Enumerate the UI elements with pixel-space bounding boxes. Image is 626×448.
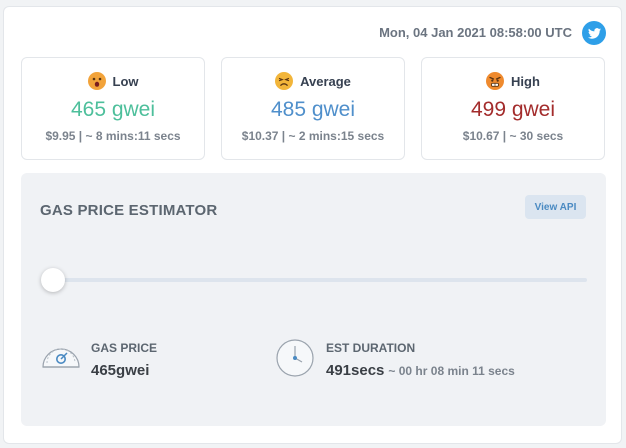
tier-cost-time: $9.95 | ~ 8 mins:11 secs xyxy=(45,129,181,143)
gas-price-slider-track[interactable] xyxy=(44,278,587,282)
estimator-title: GAS PRICE ESTIMATOR xyxy=(40,202,218,219)
persevering-face-icon xyxy=(275,72,294,90)
tier-label: Low xyxy=(112,73,139,89)
surprised-face-icon xyxy=(87,72,106,90)
gas-price-estimator: GAS PRICE ESTIMATOR View API GAS PRICE 4… xyxy=(21,173,606,426)
gas-price-slider-handle[interactable] xyxy=(41,268,65,292)
gas-price-value: 465gwei xyxy=(91,362,150,379)
view-api-button[interactable]: View API xyxy=(525,195,586,219)
angry-face-icon xyxy=(486,72,505,90)
est-duration-value: 491secs xyxy=(326,362,385,379)
timestamp: Mon, 04 Jan 2021 08:58:00 UTC xyxy=(379,25,572,40)
twitter-share-button[interactable] xyxy=(582,21,606,45)
tier-label: High xyxy=(511,73,540,89)
tier-cost-time: $10.37 | ~ 2 mins:15 secs xyxy=(241,129,385,143)
twitter-icon xyxy=(587,27,601,39)
top-bar: Mon, 04 Jan 2021 08:58:00 UTC xyxy=(4,21,621,45)
tier-label: Average xyxy=(300,73,351,89)
gas-price-label: GAS PRICE xyxy=(91,341,158,355)
tier-average: Average 485 gwei $10.37 | ~ 2 mins:15 se… xyxy=(221,57,405,160)
tier-price: 465 gwei xyxy=(70,98,156,121)
tier-price: 485 gwei xyxy=(270,98,356,121)
tier-high: High 499 gwei $10.67 | ~ 30 secs xyxy=(421,57,605,160)
tier-low: Low 465 gwei $9.95 | ~ 8 mins:11 secs xyxy=(21,57,205,160)
est-duration-detail: ~ 00 hr 08 min 11 secs xyxy=(388,364,515,378)
est-duration-label: EST DURATION xyxy=(326,341,416,355)
gas-tracker-card: Mon, 04 Jan 2021 08:58:00 UTC Low 465 gw… xyxy=(3,6,622,444)
est-duration-stat: EST DURATION 491secs ~ 00 hr 08 min 11 se… xyxy=(274,337,594,381)
clock-icon xyxy=(276,339,314,377)
tier-price: 499 gwei xyxy=(470,98,556,121)
gauge-icon xyxy=(42,348,80,368)
gas-price-stat: GAS PRICE 465gwei xyxy=(40,337,260,381)
tier-cost-time: $10.67 | ~ 30 secs xyxy=(462,129,564,143)
